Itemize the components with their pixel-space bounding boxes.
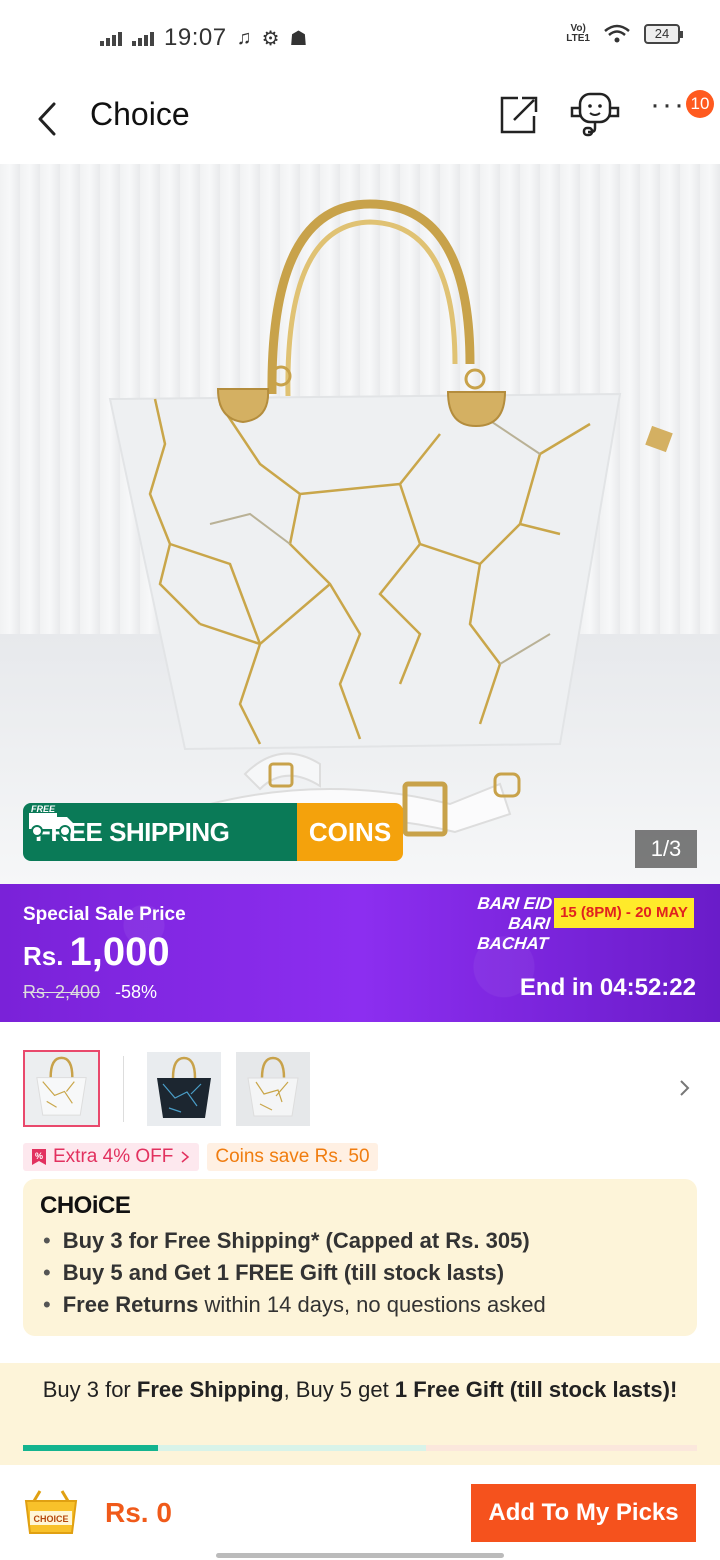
bundle-text: Buy 3 for <box>42 1377 137 1402</box>
sale-price-banner: Special Sale Price Rs. 1,000 Rs. 2,400 -5… <box>0 884 720 1022</box>
bundle-text: , Buy 5 get <box>283 1377 395 1402</box>
status-right: Vo) LTE1 24 <box>566 23 683 44</box>
choice-logo: CHOiCE <box>40 1192 131 1219</box>
coins-save-tag: Coins save Rs. 50 <box>207 1143 378 1171</box>
choice-cart-icon[interactable]: CHOICE <box>22 1487 80 1539</box>
countdown-prefix: End in <box>519 974 594 1001</box>
choice-benefits-list: Buy 3 for Free Shipping* (Capped at Rs. … <box>43 1225 546 1321</box>
truck-icon: FREE <box>29 804 73 837</box>
bundle-progress-banner: Buy 3 for Free Shipping, Buy 5 get 1 Fre… <box>0 1363 720 1465</box>
snapchat-icon: ☗ <box>289 27 308 50</box>
customer-support-icon[interactable] <box>568 90 624 138</box>
benefit-text: Buy 3 for Free Shipping* (Capped at Rs. … <box>62 1228 530 1253</box>
extra-off-label: Extra 4% OFF <box>53 1146 174 1167</box>
progress-fill <box>23 1445 158 1451</box>
clock: 19:07 <box>164 24 227 51</box>
free-shipping-coins-banner: FREE FREE SHIPPING COINS <box>23 803 403 861</box>
bundle-text-bold: ! <box>669 1377 678 1402</box>
thumbnail-image <box>236 1052 310 1126</box>
chevron-right-icon[interactable] <box>672 1076 696 1100</box>
bottom-action-bar: CHOICE Rs. 0 Add To My Picks <box>0 1465 720 1560</box>
thumbnail-1[interactable] <box>23 1050 100 1127</box>
benefit-text: Free Returns <box>62 1292 199 1317</box>
top-app-bar: Choice ··· 10 <box>0 76 720 164</box>
volte-icon: Vo) LTE1 <box>566 23 590 44</box>
countdown: End in 04:52:22 <box>520 974 696 1002</box>
thumbnail-divider <box>123 1056 124 1122</box>
battery-icon: 24 <box>644 24 683 44</box>
add-to-my-picks-button[interactable]: Add To My Picks <box>471 1484 696 1542</box>
campaign-line-1: BARI EID <box>476 894 554 913</box>
cart-label: CHOICE <box>33 1514 68 1524</box>
benefit-detail: within 14 days, no questions asked <box>198 1292 546 1317</box>
benefit-text: Buy 5 and Get 1 FREE Gift (till stock la… <box>62 1260 505 1285</box>
notification-badge: 10 <box>686 90 714 118</box>
list-item: Free Returns within 14 days, no question… <box>43 1289 546 1321</box>
sale-price: Rs. 1,000 <box>23 930 170 975</box>
bundle-text-bold: 1 Free Gift (till stock lasts) <box>394 1377 670 1402</box>
price-amount: 1,000 <box>69 930 170 974</box>
picks-total-price: Rs. 0 <box>105 1497 172 1528</box>
bundle-progress-bar <box>23 1445 697 1451</box>
music-icon: ♫ <box>236 26 252 49</box>
free-tag: FREE <box>31 804 56 814</box>
gear-icon: ⚙ <box>261 27 280 50</box>
currency: Rs. <box>23 941 64 971</box>
home-indicator[interactable] <box>216 1553 504 1558</box>
campaign-dates: 15 (8PM) - 20 MAY <box>554 898 694 928</box>
signal-icon <box>132 30 154 46</box>
product-image-gallery[interactable]: FREE FREE SHIPPING COINS 1/3 <box>0 164 720 884</box>
original-price: Rs. 2,400 <box>23 982 101 1002</box>
back-arrow-icon[interactable] <box>28 94 68 144</box>
discount-percent: -58% <box>115 982 158 1002</box>
campaign-name: BARI EID BARI BACHAT <box>459 894 553 954</box>
status-bar: 19:07 ♫ ⚙ ☗ Vo) LTE1 24 <box>0 0 720 76</box>
progress-next-step <box>158 1445 426 1451</box>
bundle-message: Buy 3 for Free Shipping, Buy 5 get 1 Fre… <box>40 1377 680 1403</box>
coupon-icon: % <box>32 1149 46 1165</box>
coins-label: COINS <box>297 803 403 861</box>
list-item: Buy 3 for Free Shipping* (Capped at Rs. … <box>43 1225 546 1257</box>
promo-tags: % Extra 4% OFF Coins save Rs. 50 <box>23 1143 378 1171</box>
page-title: Choice <box>90 96 190 132</box>
signal-icon <box>100 30 122 46</box>
choice-benefits-card: CHOiCE Buy 3 for Free Shipping* (Capped … <box>23 1179 697 1336</box>
free-shipping-label: FREE FREE SHIPPING <box>23 803 297 861</box>
status-left: 19:07 ♫ ⚙ ☗ <box>100 24 307 52</box>
thumbnail-2[interactable] <box>147 1052 221 1126</box>
thumbnail-image <box>25 1052 98 1125</box>
share-icon[interactable] <box>496 92 540 136</box>
countdown-time: 04:52:22 <box>599 974 696 1001</box>
image-counter: 1/3 <box>635 830 697 868</box>
product-image <box>108 199 673 837</box>
bundle-text-bold: Free Shipping <box>136 1377 284 1402</box>
thumbnail-strip <box>0 1040 720 1130</box>
campaign-line-2: BARI BACHAT <box>476 914 552 953</box>
svg-text:%: % <box>35 1151 43 1161</box>
thumbnail-3[interactable] <box>236 1052 310 1126</box>
sale-label: Special Sale Price <box>23 904 186 925</box>
more-options-icon[interactable]: ··· <box>650 90 690 130</box>
thumbnail-image <box>147 1052 221 1126</box>
extra-off-tag[interactable]: % Extra 4% OFF <box>23 1143 200 1171</box>
wifi-icon <box>604 24 630 43</box>
chevron-right-icon <box>181 1151 190 1163</box>
list-item: Buy 5 and Get 1 FREE Gift (till stock la… <box>43 1257 546 1289</box>
